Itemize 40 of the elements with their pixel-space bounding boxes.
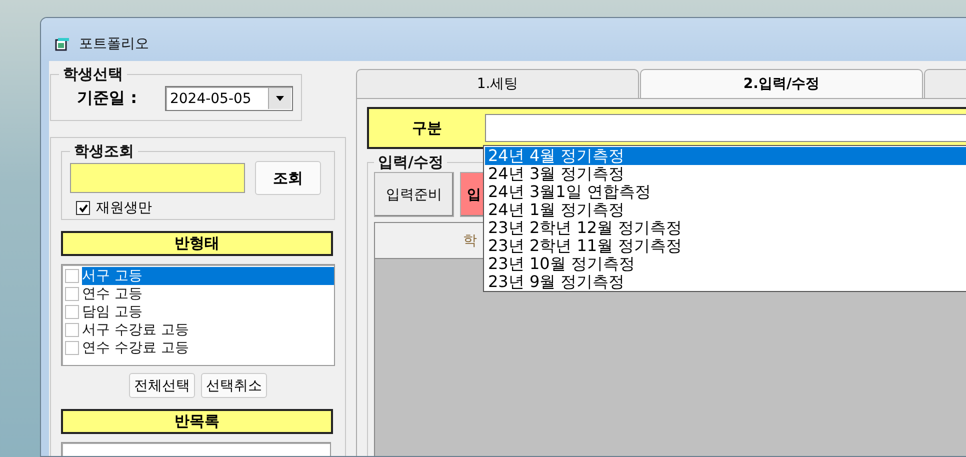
window-title: 포트폴리오	[79, 34, 149, 52]
category-label: 구분	[411, 118, 443, 138]
checkbox[interactable]	[65, 287, 79, 301]
dropdown-option[interactable]: 24년 3월1일 연합측정	[485, 183, 966, 201]
dropdown-option[interactable]: 24년 3월 정기측정	[485, 165, 966, 183]
checkbox[interactable]	[65, 323, 79, 337]
dropdown-option[interactable]: 23년 9월 정기측정	[485, 273, 966, 291]
group-title: 학생조회	[73, 142, 135, 161]
date-label: 기준일 :	[77, 88, 137, 109]
section-header: 반목록	[61, 409, 333, 434]
select-button[interactable]: 전체선택	[129, 373, 195, 398]
search-button[interactable]: 조회	[255, 161, 321, 195]
dropdown-option[interactable]: 24년 4월 정기측정	[485, 147, 966, 165]
list-item[interactable]: 서구 고등	[82, 267, 334, 285]
group-title: 학생선택	[62, 65, 124, 84]
list-item[interactable]: 연수 고등	[82, 285, 334, 303]
dropdown-option[interactable]: 23년 10월 정기측정	[485, 255, 966, 273]
list-item[interactable]: 담임 고등	[82, 303, 334, 321]
select-button[interactable]: 선택취소	[201, 373, 267, 398]
window-icon	[55, 36, 71, 50]
action-button[interactable]: 입력준비	[374, 172, 454, 217]
dropdown-option[interactable]: 23년 2학년 11월 정기측정	[485, 237, 966, 255]
list-item[interactable]: 서구 수강료 고등	[82, 321, 334, 339]
group-title: 입력/수정	[377, 153, 444, 172]
dropdown-option[interactable]: 24년 1월 정기측정	[485, 201, 966, 219]
list-item[interactable]: 연수 수강료 고등	[82, 339, 334, 357]
dropdown-option[interactable]: 23년 2학년 12월 정기측정	[485, 219, 966, 237]
search-field[interactable]	[70, 163, 245, 193]
checkbox[interactable]	[65, 305, 79, 319]
checkbox[interactable]	[65, 341, 79, 355]
tab[interactable]: 1.세팅	[356, 69, 639, 98]
checkbox-label[interactable]: 재원생만	[96, 199, 152, 217]
tab[interactable]: 2.입력/수정	[640, 69, 923, 98]
category-combo[interactable]	[485, 114, 966, 142]
checkbox[interactable]	[65, 269, 79, 283]
column-header[interactable]: 학	[463, 232, 477, 250]
section-header: 반형태	[61, 231, 333, 256]
tab[interactable]	[924, 69, 966, 98]
date-picker[interactable]: 2024-05-05	[164, 86, 293, 111]
checkbox[interactable]	[76, 201, 90, 215]
